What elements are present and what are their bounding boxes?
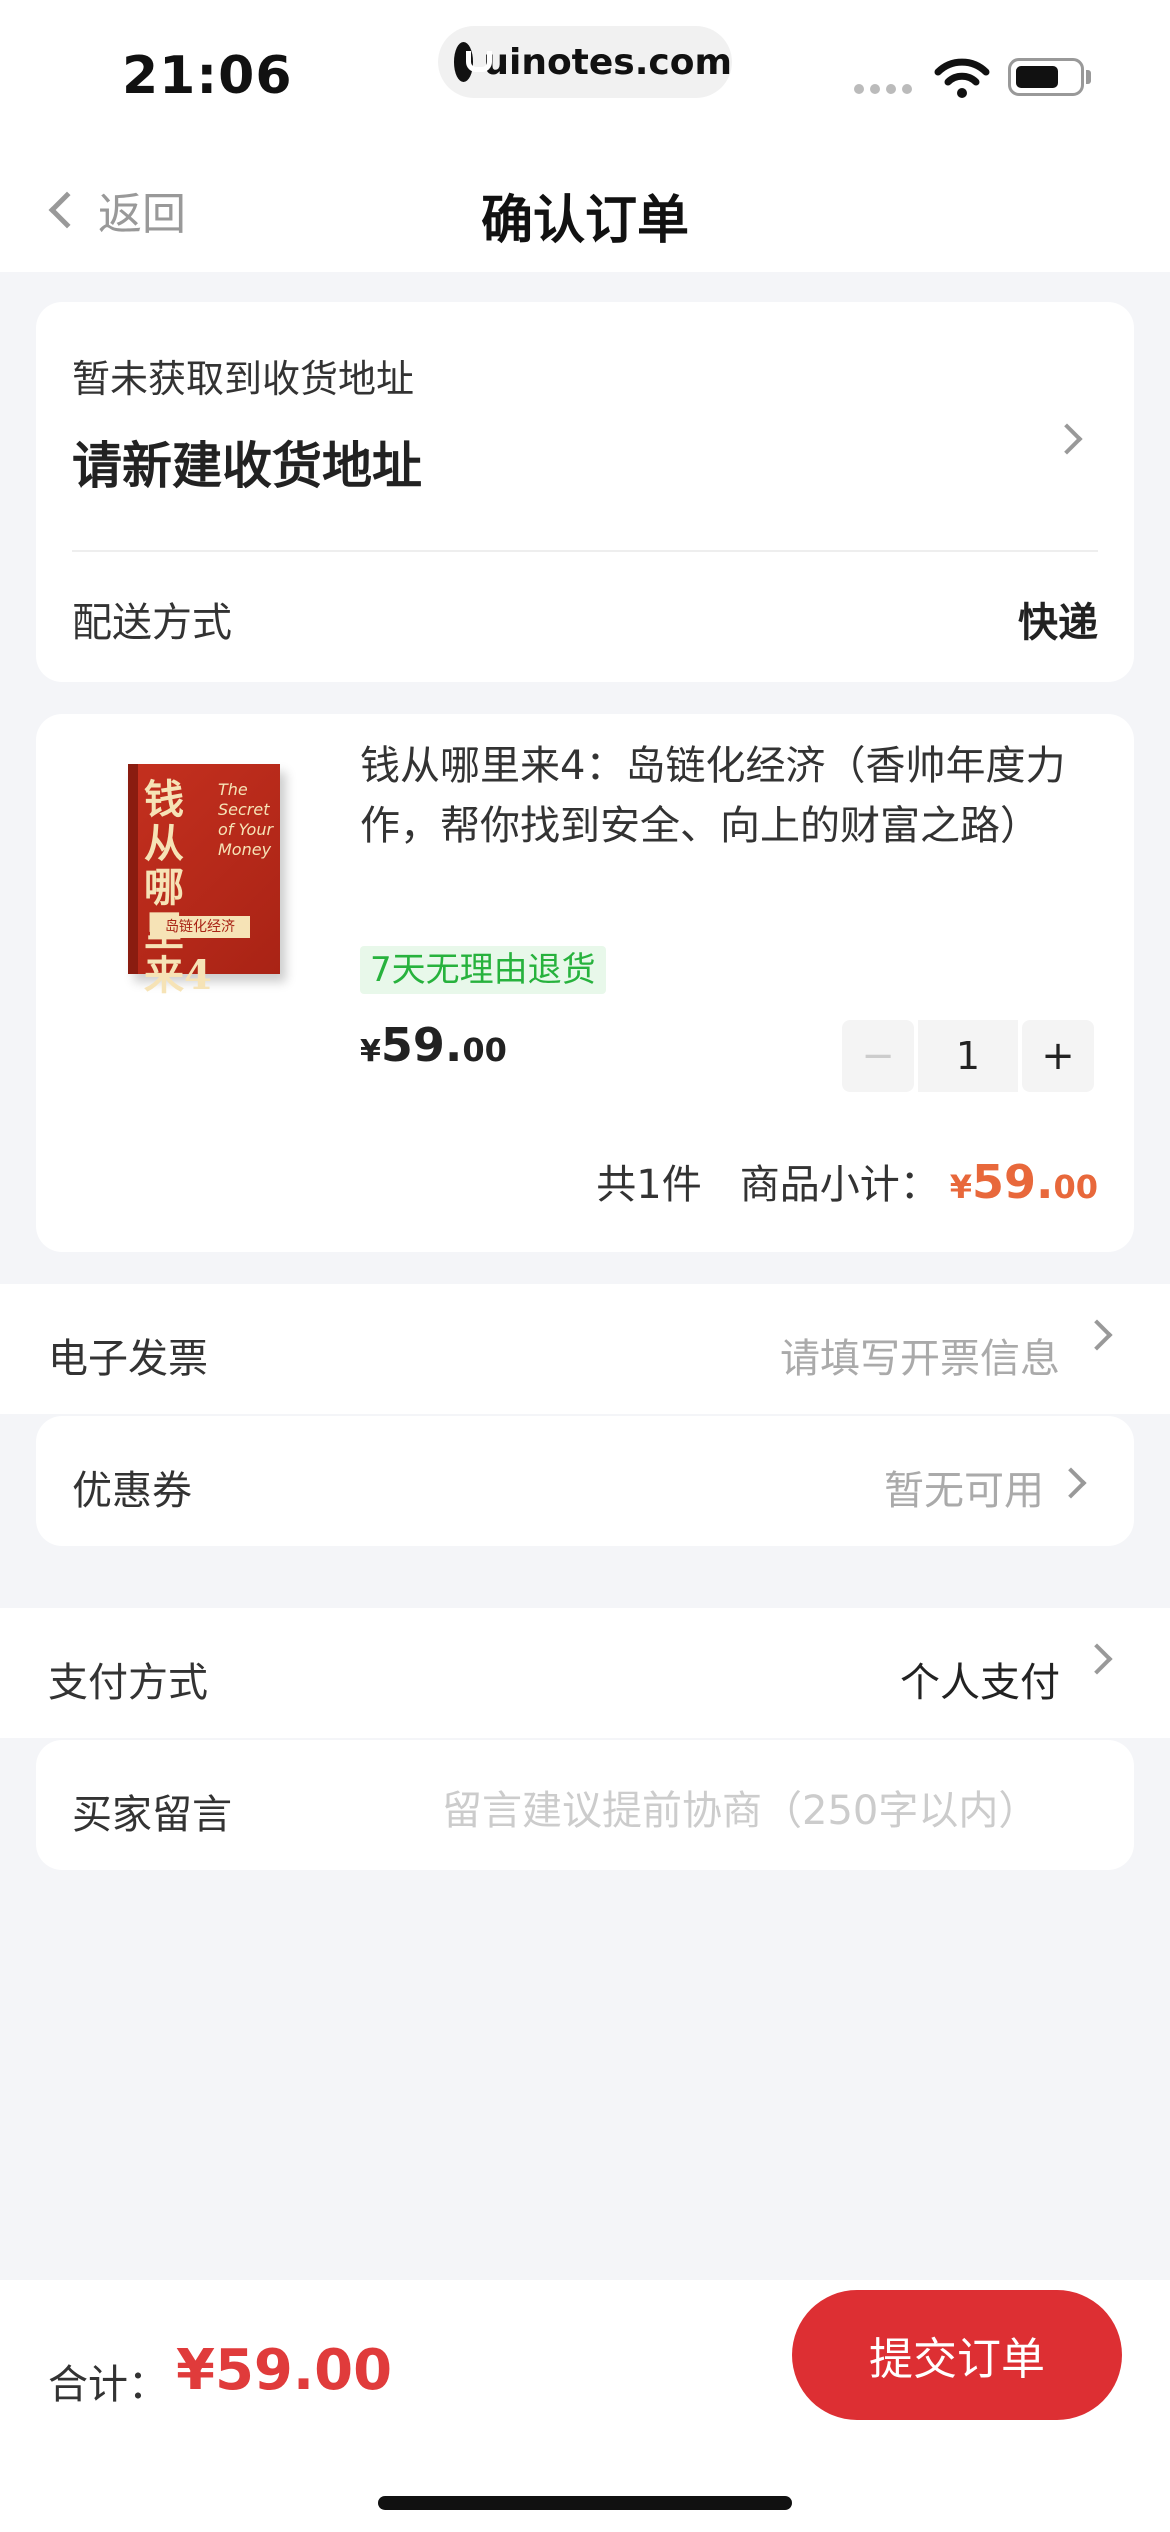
payment-method-row[interactable]: 支付方式 个人支付 [0, 1608, 1170, 1738]
back-button[interactable]: 返回 [44, 170, 186, 250]
coupon-row[interactable]: 优惠券 暂无可用 [36, 1416, 1134, 1546]
chevron-right-icon [1055, 1467, 1087, 1499]
coupon-label: 优惠券 [72, 1468, 192, 1514]
chevron-right-icon [1081, 1643, 1113, 1675]
signal-icon [854, 84, 912, 94]
cover-en: The Secret of Your Money [218, 780, 274, 859]
status-bar: 21:06 uinotes.com [0, 0, 1170, 150]
payment-label: 支付方式 [48, 1660, 208, 1706]
checkout-bar: 合计： ¥59.00 提交订单 [0, 2280, 1170, 2532]
total-value: ¥59.00 [176, 2338, 393, 2403]
chevron-right-icon [1081, 1319, 1113, 1351]
subtotal-value: ¥59.00 [949, 1155, 1098, 1209]
site-logo-icon [454, 42, 493, 82]
quantity-decrease-button[interactable]: − [842, 1020, 914, 1092]
subtotal-label: 商品小计： [739, 1162, 940, 1208]
buyer-message-row: 买家留言 留言建议提前协商（250字以内） [36, 1740, 1134, 1870]
order-confirm-page: 21:06 uinotes.com 确认订单 返回 暂未获取到收货地址 请新建收… [0, 0, 1170, 2532]
product-card: 钱从哪里来4 The Secret of Your Money 岛链化经济 钱从… [36, 714, 1134, 1252]
product-cover-image[interactable]: 钱从哪里来4 The Secret of Your Money 岛链化经济 [128, 764, 280, 998]
wifi-icon [934, 58, 990, 98]
url-pill[interactable]: uinotes.com [438, 26, 732, 98]
total-label: 合计： [48, 2362, 168, 2408]
shipping-label: 配送方式 [72, 600, 232, 646]
coupon-value: 暂无可用 [884, 1468, 1044, 1514]
item-count: 共1件 [596, 1162, 702, 1208]
message-label: 买家留言 [72, 1792, 232, 1838]
cover-title: 钱从哪里来4 [144, 776, 212, 999]
nav-bar: 确认订单 返回 [0, 150, 1170, 272]
invoice-row[interactable]: 电子发票 请填写开票信息 [0, 1284, 1170, 1414]
address-subtitle: 暂未获取到收货地址 [72, 357, 415, 401]
product-price: ¥59.00 [360, 1018, 507, 1072]
message-input[interactable]: 留言建议提前协商（250字以内） [442, 1778, 1038, 1836]
url-text: uinotes.com [483, 41, 732, 83]
quantity-increase-button[interactable]: + [1022, 1020, 1094, 1092]
address-card[interactable]: 暂未获取到收货地址 请新建收货地址 配送方式 快递 [36, 302, 1134, 682]
battery-icon [1008, 58, 1084, 96]
battery-tip [1086, 70, 1091, 84]
payment-value: 个人支付 [900, 1660, 1060, 1706]
divider [72, 550, 1098, 552]
order-summary: 共1件 商品小计： ¥59.00 [596, 1152, 1098, 1210]
shipping-value: 快递 [1018, 600, 1098, 646]
invoice-value: 请填写开票信息 [780, 1336, 1060, 1382]
invoice-label: 电子发票 [48, 1336, 208, 1382]
home-indicator[interactable] [378, 2496, 792, 2510]
chevron-left-icon [48, 191, 86, 229]
product-title[interactable]: 钱从哪里来4：岛链化经济（香帅年度力作，帮你找到安全、向上的财富之路） [360, 736, 1100, 856]
cover-subtitle: 岛链化经济 [150, 916, 250, 938]
quantity-value[interactable]: 1 [918, 1020, 1018, 1092]
address-new-prompt: 请新建收货地址 [72, 437, 422, 495]
status-time: 21:06 [122, 46, 293, 106]
back-label: 返回 [98, 189, 186, 240]
submit-order-button[interactable]: 提交订单 [792, 2290, 1122, 2420]
return-policy-badge: 7天无理由退货 [360, 946, 606, 994]
quantity-stepper: − 1 + [842, 1020, 1094, 1092]
chevron-right-icon [1051, 423, 1083, 455]
